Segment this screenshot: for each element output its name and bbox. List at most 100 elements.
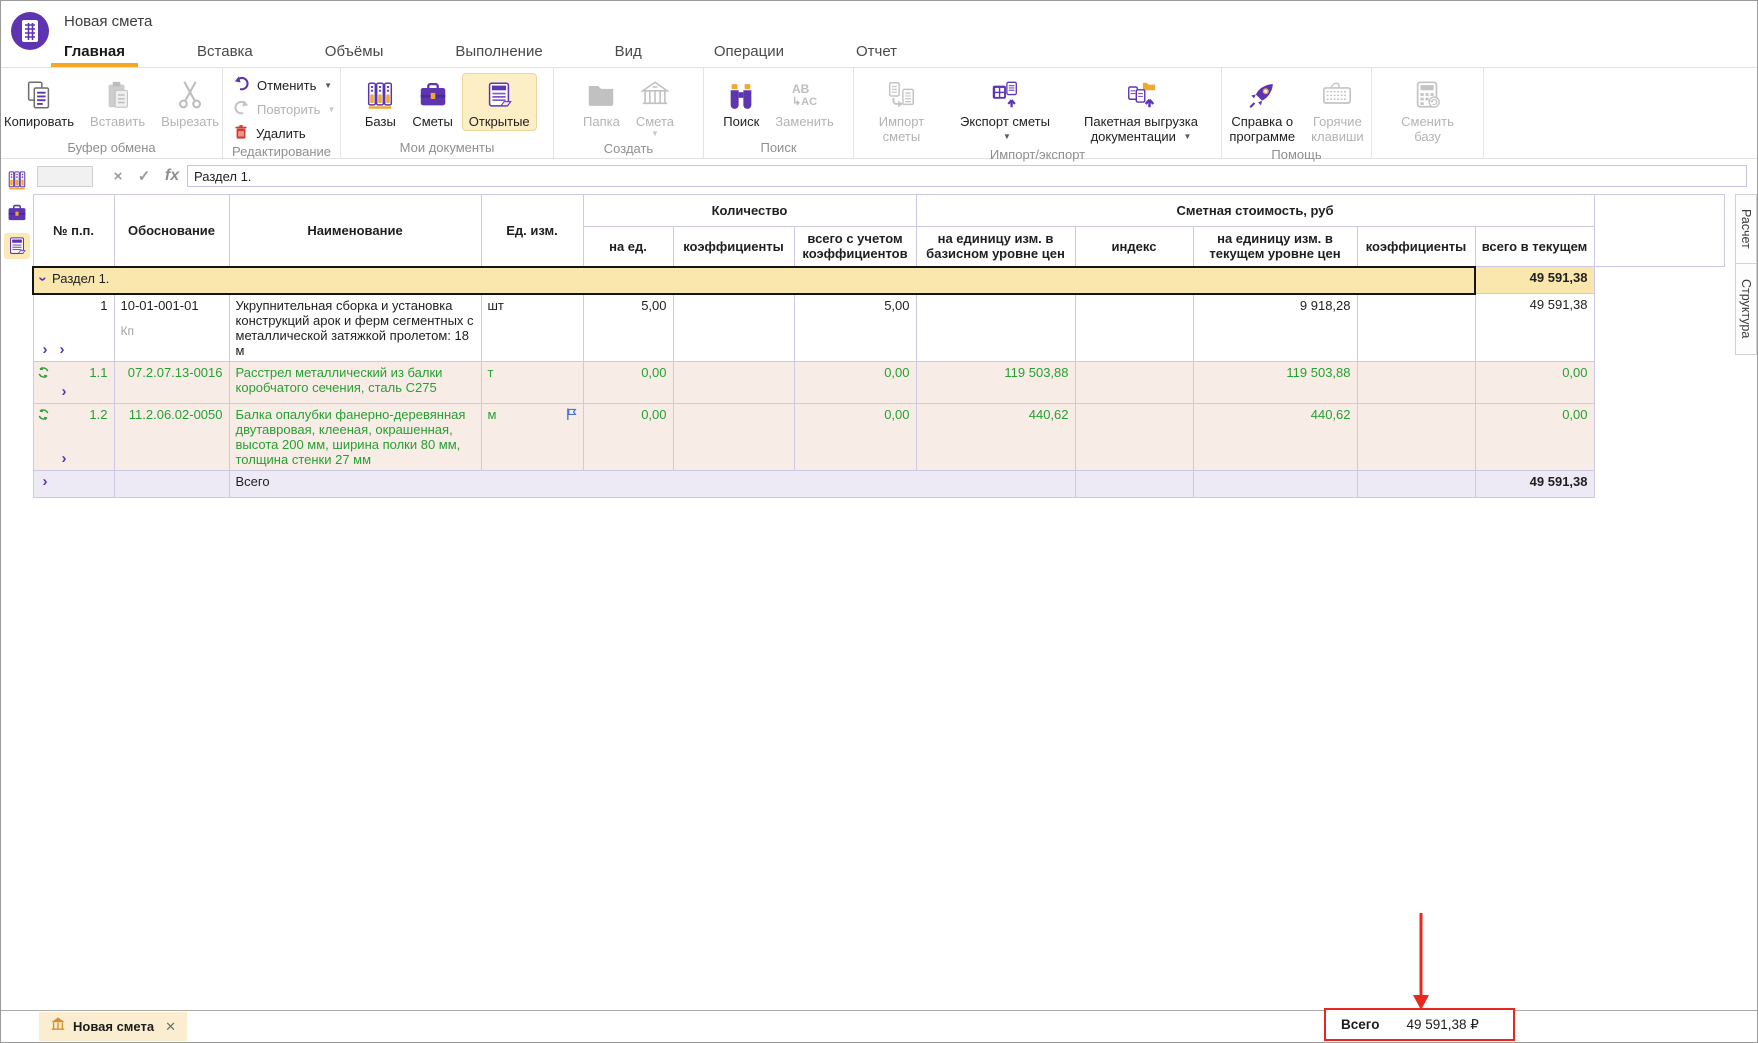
cell-value[interactable]: 0,00 — [1475, 403, 1594, 470]
col-header-basis: Обоснование — [114, 195, 229, 267]
cell-value[interactable] — [673, 361, 794, 403]
cell-value[interactable]: 9 918,28 — [1193, 294, 1357, 362]
chevron-down-icon[interactable]: ▼ — [324, 81, 332, 90]
menu-tab-Главная[interactable]: Главная — [51, 37, 138, 67]
menu-tab-Вставка[interactable]: Вставка — [184, 37, 266, 67]
cell-value[interactable] — [673, 403, 794, 470]
rocket-icon — [1246, 77, 1278, 113]
cell-value[interactable]: 0,00 — [583, 361, 673, 403]
document-tab[interactable]: Новая смета ✕ — [39, 1012, 187, 1041]
totals-label[interactable]: Всего — [229, 470, 1075, 497]
cell-value[interactable]: 0,00 — [794, 361, 916, 403]
estimate-row-1.1[interactable]: 1.1›07.2.07.13-0016Расстрел металлически… — [33, 361, 1724, 403]
confirm-icon[interactable]: ✓ — [131, 167, 157, 185]
tab-calculation[interactable]: Расчет — [1735, 194, 1757, 264]
collapse-chevron-icon[interactable]: › — [37, 276, 49, 281]
delete-button[interactable]: Удалить — [233, 123, 332, 143]
tab-structure[interactable]: Структура — [1735, 263, 1757, 355]
cell-num[interactable]: › — [33, 470, 114, 497]
cell-value[interactable]: 5,00 — [583, 294, 673, 362]
estimate-row-1.2[interactable]: 1.2›11.2.06.02-0050Балка опалубки фанерн… — [33, 403, 1724, 470]
totals-row[interactable]: › Всего 49 591,38 — [33, 470, 1724, 497]
cell-name[interactable]: Балка опалубки фанерно-деревянная двутав… — [229, 403, 481, 470]
cell-value[interactable] — [1075, 361, 1193, 403]
cell-value[interactable]: 119 503,88 — [916, 361, 1075, 403]
cell-value[interactable] — [1357, 361, 1475, 403]
close-icon[interactable]: ✕ — [165, 1019, 176, 1035]
cell-code[interactable]: 07.2.07.13-0016 — [114, 361, 229, 403]
estimate-row-1[interactable]: 1››10-01-001-01КпУкрупнительная сборка и… — [33, 294, 1724, 362]
cell-value[interactable] — [1357, 294, 1475, 362]
cell-num[interactable]: 1.1› — [33, 361, 114, 403]
cell-value[interactable] — [673, 294, 794, 362]
folder-icon — [585, 77, 617, 113]
menu-tab-Отчет[interactable]: Отчет — [843, 37, 910, 67]
estimate-grid: № п.п. Обоснование Наименование Ед. изм.… — [32, 194, 1725, 498]
app-logo-icon — [10, 11, 50, 51]
cell-num[interactable]: 1›› — [33, 294, 114, 362]
section-row[interactable]: ›Раздел 1.49 591,38 — [33, 267, 1724, 294]
cell-value[interactable]: 0,00 — [583, 403, 673, 470]
cell-value[interactable]: 0,00 — [794, 403, 916, 470]
totals-value[interactable]: 49 591,38 — [1475, 470, 1594, 497]
ribbon-group-label — [1372, 146, 1483, 158]
cell-value[interactable] — [1357, 403, 1475, 470]
cell-name[interactable]: Расстрел металлический из балки коробчат… — [229, 361, 481, 403]
cell-value[interactable] — [916, 294, 1075, 362]
cell-value[interactable] — [1075, 403, 1193, 470]
expand-chevron-icon[interactable]: › — [43, 476, 48, 488]
opened-button[interactable]: Открытые — [462, 73, 537, 131]
keyboard-icon — [1321, 77, 1353, 113]
cell-value[interactable]: 119 503,88 — [1193, 361, 1357, 403]
batch-export-icon — [1125, 77, 1157, 113]
cell-code[interactable]: 10-01-001-01Кп — [114, 294, 229, 362]
cell-value[interactable]: 440,62 — [1193, 403, 1357, 470]
redo-icon — [233, 99, 250, 119]
cell-unit[interactable]: м — [481, 403, 583, 470]
import-button: Импорт сметы — [855, 73, 948, 146]
export-button[interactable]: Экспорт сметы ▼ — [950, 73, 1060, 146]
cell-name[interactable]: Укрупнительная сборка и установка констр… — [229, 294, 481, 362]
cell-value[interactable]: 5,00 — [794, 294, 916, 362]
copy-button[interactable]: Копировать — [0, 73, 81, 131]
rail-bases-icon[interactable] — [4, 167, 30, 193]
hotkeys-button: Горячие клавиши — [1304, 73, 1371, 146]
cell-reference-input[interactable] — [37, 166, 93, 187]
section-title-cell[interactable]: ›Раздел 1. — [33, 267, 1475, 294]
cell-value[interactable]: 440,62 — [916, 403, 1075, 470]
estimates-button[interactable]: Сметы — [405, 73, 459, 131]
undo-button[interactable]: Отменить▼ — [233, 75, 332, 95]
cell-code[interactable]: 11.2.06.02-0050 — [114, 403, 229, 470]
grand-total-value: 49 591,38 ₽ — [1406, 1017, 1478, 1033]
section-total[interactable]: 49 591,38 — [1475, 267, 1594, 294]
replace-icon: AB↳AC — [792, 77, 817, 113]
about-button[interactable]: Справка о программе — [1222, 73, 1302, 146]
rail-briefcase-icon[interactable] — [4, 200, 30, 226]
rail-open-docs-icon[interactable] — [4, 233, 30, 259]
cell-value[interactable]: 49 591,38 — [1475, 294, 1594, 362]
ribbon: КопироватьВставитьВырезатьБуфер обменаОт… — [1, 67, 1757, 159]
cancel-icon[interactable]: × — [105, 168, 131, 185]
menu-tab-Объёмы[interactable]: Объёмы — [312, 37, 397, 67]
cell-value[interactable] — [1075, 294, 1193, 362]
cell-unit[interactable]: т — [481, 361, 583, 403]
batch-export-button[interactable]: Пакетная выгрузка документации ▼ — [1062, 73, 1220, 146]
expand-chevron-icon[interactable]: › — [62, 386, 67, 398]
chevron-down-icon[interactable]: ▼ — [327, 105, 335, 114]
menu-tab-Вид[interactable]: Вид — [602, 37, 655, 67]
menu-tab-Выполнение[interactable]: Выполнение — [442, 37, 555, 67]
menu-tab-Операции[interactable]: Операции — [701, 37, 797, 67]
fx-icon[interactable]: fx — [157, 167, 187, 185]
cell-num[interactable]: 1.2› — [33, 403, 114, 470]
expand-chevron-icon[interactable]: › — [43, 344, 48, 356]
search-button[interactable]: Поиск — [716, 73, 766, 131]
cell-value[interactable]: 0,00 — [1475, 361, 1594, 403]
replace-button: AB↳ACЗаменить — [768, 73, 840, 131]
bases-button[interactable]: Базы — [357, 73, 403, 131]
expand-chevron-icon[interactable]: › — [62, 453, 67, 465]
ribbon-group-Создать: ПапкаСмета▼Создать — [554, 68, 704, 158]
expand-chevron-icon[interactable]: › — [60, 344, 65, 356]
formula-input[interactable] — [187, 165, 1747, 187]
cell-unit[interactable]: шт — [481, 294, 583, 362]
link-icon — [37, 408, 50, 424]
